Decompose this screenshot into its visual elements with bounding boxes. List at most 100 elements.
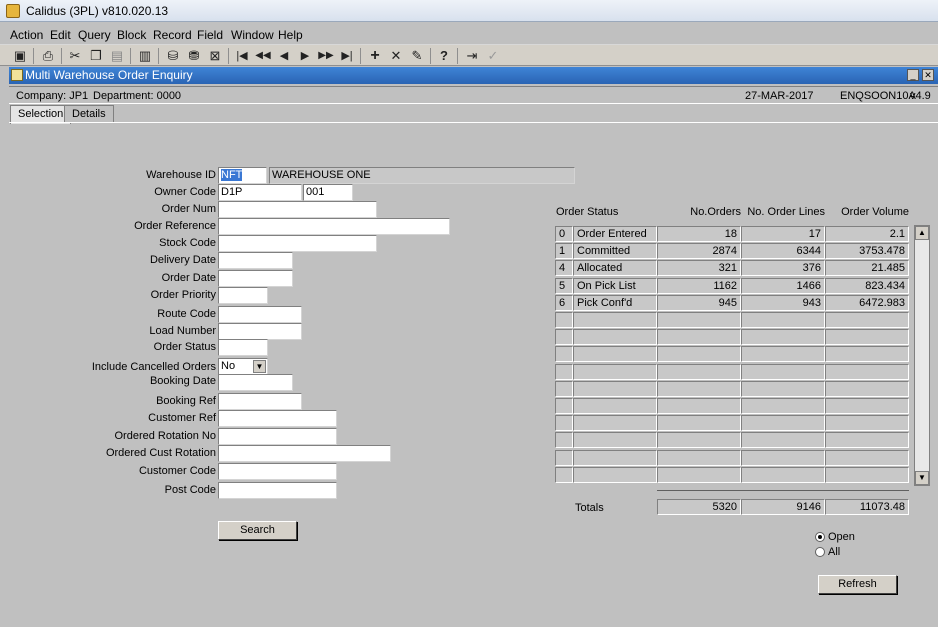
status-code-cell[interactable]: [555, 450, 573, 466]
warehouse-id-input[interactable]: NFT: [218, 167, 267, 184]
menu-query[interactable]: Query: [78, 28, 111, 42]
all-radio[interactable]: [815, 547, 825, 557]
order-volume-cell[interactable]: 6472.983: [825, 295, 909, 311]
status-code-cell[interactable]: [555, 346, 573, 362]
duplicate-record-icon[interactable]: ✎: [409, 48, 425, 64]
orders-cell[interactable]: 2874: [657, 243, 741, 259]
orders-cell[interactable]: [657, 329, 741, 345]
owner-code-input[interactable]: D1P: [218, 184, 302, 201]
order-lines-cell[interactable]: [741, 415, 825, 431]
execute-query-icon[interactable]: ⛃: [186, 48, 202, 64]
last-record-icon[interactable]: ▶|: [339, 48, 355, 64]
delete-record-icon[interactable]: ✕: [388, 48, 404, 64]
cancel-query-icon[interactable]: ⊠: [207, 48, 223, 64]
order-volume-cell[interactable]: [825, 398, 909, 414]
order-date-input[interactable]: [218, 270, 293, 287]
order-volume-cell[interactable]: [825, 450, 909, 466]
orders-cell[interactable]: 1162: [657, 278, 741, 294]
order-volume-cell[interactable]: [825, 432, 909, 448]
menu-window[interactable]: Window: [231, 28, 274, 42]
order-lines-cell[interactable]: [741, 398, 825, 414]
customer-code-input[interactable]: [218, 463, 337, 480]
status-name-cell[interactable]: [573, 346, 657, 362]
orders-cell[interactable]: [657, 450, 741, 466]
enter-query-icon[interactable]: ⛁: [165, 48, 181, 64]
customer-ref-input[interactable]: [218, 410, 337, 427]
status-code-cell[interactable]: 6: [555, 295, 573, 311]
order-priority-input[interactable]: [218, 287, 268, 304]
grid-scrollbar[interactable]: ▲ ▼: [914, 225, 930, 486]
paste-icon[interactable]: ▤: [109, 48, 125, 64]
status-code-cell[interactable]: 4: [555, 260, 573, 276]
status-name-cell[interactable]: [573, 312, 657, 328]
status-name-cell[interactable]: Pick Conf'd: [573, 295, 657, 311]
orders-cell[interactable]: 321: [657, 260, 741, 276]
post-code-input[interactable]: [218, 482, 337, 499]
owner-sub-code-input[interactable]: 001: [303, 184, 353, 201]
next-record-icon[interactable]: ▶: [297, 48, 313, 64]
status-name-cell[interactable]: [573, 381, 657, 397]
order-lines-cell[interactable]: 6344: [741, 243, 825, 259]
status-name-cell[interactable]: [573, 450, 657, 466]
first-record-icon[interactable]: |◀: [234, 48, 250, 64]
status-code-cell[interactable]: 0: [555, 226, 573, 242]
orders-cell[interactable]: [657, 312, 741, 328]
order-volume-cell[interactable]: [825, 312, 909, 328]
order-volume-cell[interactable]: [825, 415, 909, 431]
print-icon[interactable]: ⎙: [40, 48, 56, 64]
status-code-cell[interactable]: 5: [555, 278, 573, 294]
status-code-cell[interactable]: 1: [555, 243, 573, 259]
order-volume-cell[interactable]: [825, 467, 909, 483]
order-volume-cell[interactable]: [825, 329, 909, 345]
order-status-input[interactable]: [218, 339, 268, 356]
chevron-down-icon[interactable]: ▼: [253, 360, 266, 373]
load-number-input[interactable]: [218, 323, 302, 340]
status-code-cell[interactable]: [555, 364, 573, 380]
order-lines-cell[interactable]: 943: [741, 295, 825, 311]
order-lines-cell[interactable]: [741, 432, 825, 448]
status-name-cell[interactable]: [573, 467, 657, 483]
order-lines-cell[interactable]: [741, 364, 825, 380]
open-radio[interactable]: [815, 532, 825, 542]
search-button[interactable]: Search: [218, 521, 297, 540]
status-name-cell[interactable]: [573, 398, 657, 414]
orders-cell[interactable]: [657, 398, 741, 414]
clear-icon[interactable]: ▥: [137, 48, 153, 64]
status-name-cell[interactable]: Order Entered: [573, 226, 657, 242]
include-cancelled-select[interactable]: No ▼: [218, 358, 268, 375]
status-name-cell[interactable]: [573, 329, 657, 345]
order-volume-cell[interactable]: 21.485: [825, 260, 909, 276]
order-lines-cell[interactable]: [741, 346, 825, 362]
delivery-date-input[interactable]: [218, 252, 293, 269]
orders-cell[interactable]: [657, 467, 741, 483]
previous-block-icon[interactable]: ◀◀: [255, 48, 271, 64]
status-code-cell[interactable]: [555, 312, 573, 328]
orders-cell[interactable]: [657, 364, 741, 380]
scroll-down-icon[interactable]: ▼: [915, 471, 929, 485]
menu-field[interactable]: Field: [197, 28, 223, 42]
status-code-cell[interactable]: [555, 432, 573, 448]
ordered-rotation-no-input[interactable]: [218, 428, 337, 445]
order-volume-cell[interactable]: [825, 346, 909, 362]
help-icon[interactable]: ?: [436, 48, 452, 64]
exit-icon[interactable]: ⇥: [464, 48, 480, 64]
accept-icon[interactable]: ✓: [485, 48, 501, 64]
scroll-up-icon[interactable]: ▲: [915, 226, 929, 240]
copy-icon[interactable]: ❐: [88, 48, 104, 64]
booking-ref-input[interactable]: [218, 393, 302, 410]
status-name-cell[interactable]: Committed: [573, 243, 657, 259]
route-code-input[interactable]: [218, 306, 302, 323]
order-num-input[interactable]: [218, 201, 377, 218]
orders-cell[interactable]: [657, 346, 741, 362]
order-volume-cell[interactable]: [825, 381, 909, 397]
order-lines-cell[interactable]: 17: [741, 226, 825, 242]
booking-date-input[interactable]: [218, 374, 293, 391]
order-volume-cell[interactable]: 2.1: [825, 226, 909, 242]
cut-icon[interactable]: ✂: [67, 48, 83, 64]
insert-record-icon[interactable]: +: [367, 48, 383, 64]
status-code-cell[interactable]: [555, 381, 573, 397]
orders-cell[interactable]: [657, 432, 741, 448]
order-lines-cell[interactable]: 1466: [741, 278, 825, 294]
order-volume-cell[interactable]: [825, 364, 909, 380]
close-icon[interactable]: ✕: [922, 69, 934, 81]
